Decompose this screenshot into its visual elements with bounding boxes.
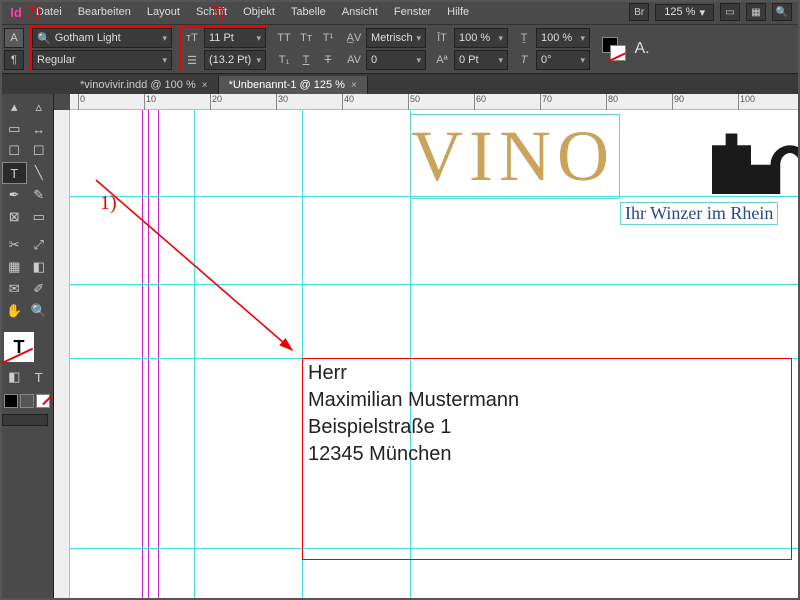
content-collector-tool[interactable]: ☐: [2, 140, 27, 162]
font-family-field[interactable]: 🔍 Gotham Light ▾: [32, 28, 172, 48]
kerning-field[interactable]: Metrisch▾: [366, 28, 426, 48]
eyedropper-tool[interactable]: ✐: [27, 278, 52, 300]
annotation-3: 3): [210, 2, 225, 23]
menu-tabelle[interactable]: Tabelle: [283, 0, 334, 24]
baseline-icon: Aª: [432, 50, 452, 70]
app-logo: Id: [4, 5, 28, 20]
close-icon[interactable]: ×: [351, 80, 357, 91]
tab-label: *vinovivir.indd @ 100 %: [80, 79, 196, 91]
smallcaps-icon[interactable]: Tᴛ: [296, 28, 316, 48]
fill-stroke-proxy[interactable]: T: [4, 332, 34, 362]
menu-fenster[interactable]: Fenster: [386, 0, 439, 24]
hscale-icon: Ṯ: [514, 28, 534, 48]
pen-tool[interactable]: ✒: [2, 184, 27, 206]
search-icon: 🔍: [37, 32, 51, 45]
rectangle-tool[interactable]: ▭: [27, 206, 52, 228]
hscale-field[interactable]: 100 %▾: [536, 28, 590, 48]
para-mode-button[interactable]: ¶: [4, 50, 24, 70]
vscale-value: 100 %: [459, 32, 490, 44]
tab-label: *Unbenannt-1 @ 125 %: [229, 79, 345, 91]
annotation-1: 1): [100, 192, 117, 215]
subscript-icon[interactable]: T₁: [274, 50, 294, 70]
scissors-tool[interactable]: ✂: [2, 234, 27, 256]
bridge-icon[interactable]: Br: [629, 3, 649, 21]
content-placer-tool[interactable]: ☐: [27, 140, 52, 162]
font-style-field[interactable]: Regular ▾: [32, 50, 172, 70]
note-tool[interactable]: ✉: [2, 278, 27, 300]
menu-hilfe[interactable]: Hilfe: [439, 0, 477, 24]
close-icon[interactable]: ×: [202, 80, 208, 91]
tracking-icon: AV: [344, 50, 364, 70]
leading-icon: ☰: [182, 50, 202, 70]
baseline-field[interactable]: 0 Pt▾: [454, 50, 508, 70]
kerning-icon: A̲V: [344, 28, 364, 48]
tracking-field[interactable]: 0▾: [366, 50, 426, 70]
page-tagline[interactable]: Ihr Winzer im Rhein: [620, 202, 778, 225]
superscript-icon[interactable]: T¹: [318, 28, 338, 48]
allcaps-icon[interactable]: TT: [274, 28, 294, 48]
arrange-icon[interactable]: ▦: [746, 3, 766, 21]
menu-objekt[interactable]: Objekt: [235, 0, 283, 24]
baseline-value: 0 Pt: [459, 54, 479, 66]
hand-tool[interactable]: ✋: [2, 300, 27, 322]
annotation-2: 2): [26, 2, 41, 23]
font-size-icon: тT: [182, 28, 202, 48]
selection-tool[interactable]: ▴: [2, 96, 27, 118]
ruler-horizontal[interactable]: 0102030405060708090100110: [70, 94, 800, 110]
strike-icon[interactable]: T: [318, 50, 338, 70]
skew-icon: T: [514, 50, 534, 70]
toolbox: ▴▵ ▭↔ ☐☐ T╲ ✒✎ ⊠▭ ✂⤢ ▦◧ ✉✐ ✋🔍 T ◧T: [0, 94, 54, 600]
address-name: Maximilian Mustermann: [308, 387, 519, 414]
tracking-value: 0: [371, 54, 377, 66]
page-castle-illustration[interactable]: [710, 116, 800, 194]
document-canvas[interactable]: VINO Ihr Winzer im Rhein Herr Maximilian…: [70, 110, 800, 600]
gradient-swatch-tool[interactable]: ▦: [2, 256, 27, 278]
font-style-value: Regular: [37, 54, 76, 66]
font-size-field[interactable]: 11 Pt▾: [204, 28, 266, 48]
address-street: Beispielstraße 1: [308, 414, 519, 441]
tab-vinovivir[interactable]: *vinovivir.indd @ 100 % ×: [70, 76, 219, 94]
leading-field[interactable]: (13.2 Pt)▾: [204, 50, 266, 70]
skew-value: 0°: [541, 54, 552, 66]
page-tool[interactable]: ▭: [2, 118, 27, 140]
tab-unbenannt[interactable]: *Unbenannt-1 @ 125 % ×: [219, 76, 368, 94]
kerning-value: Metrisch: [371, 32, 413, 44]
char-style-icon[interactable]: A.: [632, 39, 652, 59]
search-icon[interactable]: 🔍: [772, 3, 792, 21]
address-city: 12345 München: [308, 441, 519, 468]
menu-bearbeiten[interactable]: Bearbeiten: [70, 0, 139, 24]
menu-ansicht[interactable]: Ansicht: [334, 0, 386, 24]
ruler-vertical[interactable]: [54, 110, 70, 600]
gradient-feather-tool[interactable]: ◧: [27, 256, 52, 278]
rectangle-frame-tool[interactable]: ⊠: [2, 206, 27, 228]
zoom-tool[interactable]: 🔍: [27, 300, 52, 322]
free-transform-tool[interactable]: ⤢: [27, 234, 52, 256]
apply-color-icon[interactable]: ◧: [2, 366, 27, 388]
vscale-field[interactable]: 100 %▾: [454, 28, 508, 48]
zoom-level-value: 125 %: [664, 6, 695, 18]
address-salutation: Herr: [308, 360, 519, 387]
type-tool[interactable]: T: [2, 162, 27, 184]
apply-none-icon[interactable]: T: [27, 366, 52, 388]
address-block[interactable]: Herr Maximilian Mustermann Beispielstraß…: [308, 360, 519, 468]
skew-field[interactable]: 0°▾: [536, 50, 590, 70]
vscale-icon: ĪT: [432, 28, 452, 48]
hscale-value: 100 %: [541, 32, 572, 44]
menu-layout[interactable]: Layout: [139, 0, 188, 24]
underline-icon[interactable]: T: [296, 50, 316, 70]
pencil-tool[interactable]: ✎: [27, 184, 52, 206]
default-swatches[interactable]: [2, 394, 51, 408]
screen-mode-switch[interactable]: [2, 414, 48, 426]
direct-selection-tool[interactable]: ▵: [27, 96, 52, 118]
page-logo-text[interactable]: VINO: [410, 114, 620, 199]
gap-tool[interactable]: ↔: [27, 118, 52, 140]
fill-stroke-swatch[interactable]: [602, 37, 626, 61]
line-tool[interactable]: ╲: [27, 162, 52, 184]
font-family-value: Gotham Light: [55, 32, 121, 44]
zoom-level-field[interactable]: 125 %▾: [655, 4, 714, 21]
char-mode-button[interactable]: A: [4, 28, 24, 48]
font-size-value: 11 Pt: [209, 32, 234, 44]
leading-value: (13.2 Pt): [209, 54, 251, 66]
screen-mode-icon[interactable]: ▭: [720, 3, 740, 21]
